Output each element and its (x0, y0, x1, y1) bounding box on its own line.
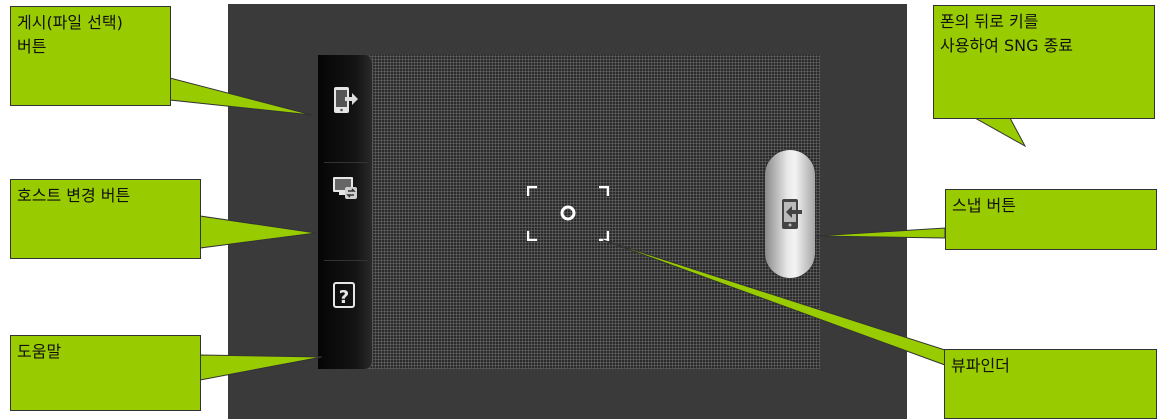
side-divider (324, 260, 368, 261)
callout-viewfinder: 뷰파인더 (944, 349, 1157, 419)
question-icon[interactable]: ? (332, 280, 358, 310)
callout-host-change-button: 호스트 변경 버튼 (10, 179, 201, 259)
side-panel: ? (318, 55, 373, 369)
phone-export-icon[interactable] (332, 85, 358, 115)
focus-brackets-icon (527, 186, 609, 241)
snap-button[interactable] (765, 150, 815, 278)
callout-post-button: 게시(파일 선택) 버튼 (10, 6, 171, 106)
callout-help: 도움말 (10, 335, 201, 411)
callout-snap-button: 스냅 버튼 (945, 189, 1157, 250)
svg-text:?: ? (339, 287, 349, 308)
host-change-icon[interactable] (332, 173, 358, 203)
phone-import-icon (782, 199, 802, 229)
callout-exit-sng: 폰의 뒤로 키를 사용하여 SNG 종료 (933, 5, 1155, 119)
side-divider (324, 162, 368, 163)
callout-pointer (973, 117, 1027, 148)
